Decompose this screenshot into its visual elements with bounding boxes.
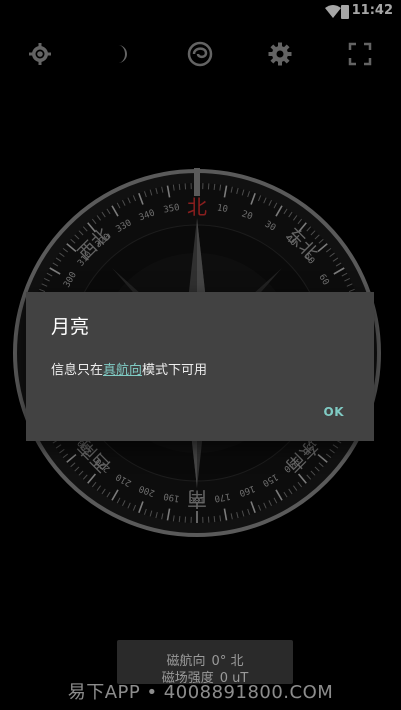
dialog-message-suffix: 模式下可用 bbox=[142, 363, 208, 378]
moon-dialog: 月亮 信息只在真航向模式下可用 OK bbox=[26, 292, 374, 441]
watermark: 易下APP • 4008891800.COM bbox=[67, 682, 334, 703]
ok-button[interactable]: OK bbox=[324, 405, 345, 419]
dialog-message: 信息只在真航向模式下可用 bbox=[51, 359, 207, 378]
true-heading-link[interactable]: 真航向 bbox=[103, 363, 142, 378]
dialog-message-prefix: 信息只在 bbox=[51, 363, 104, 378]
dialog-title: 月亮 bbox=[51, 316, 90, 338]
